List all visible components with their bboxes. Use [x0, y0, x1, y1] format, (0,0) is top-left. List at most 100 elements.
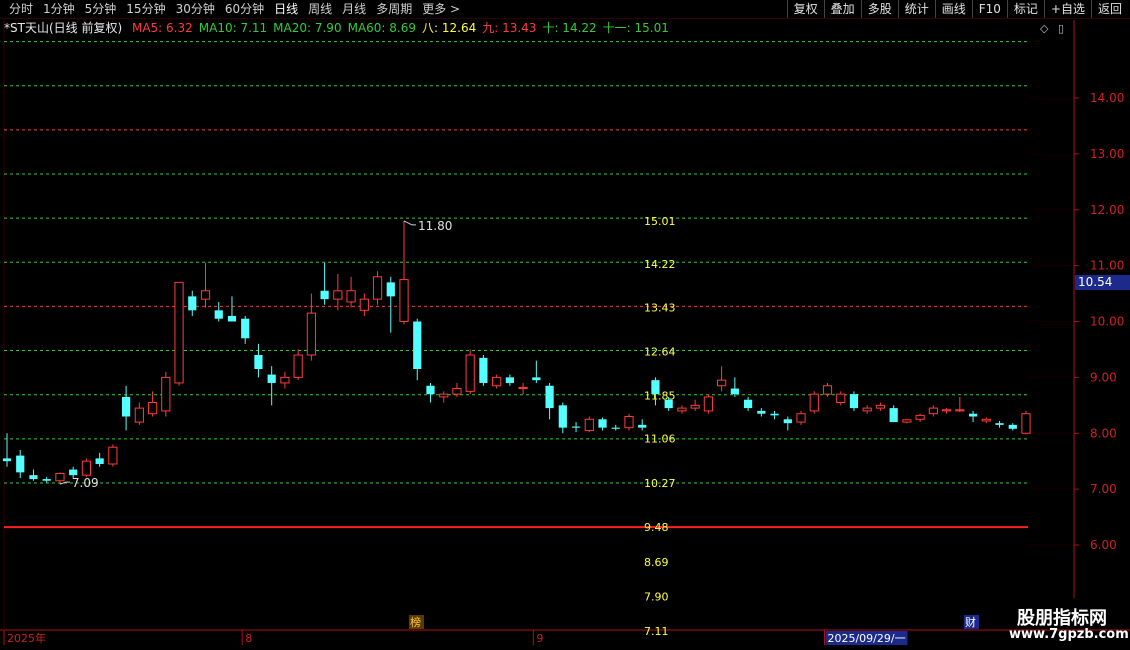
candle-body-9 [122, 396, 131, 417]
candle-body-6 [81, 460, 92, 476]
candle-body-57 [757, 410, 766, 414]
candle-body-48 [638, 424, 647, 428]
candle-body-54 [717, 379, 727, 387]
candle-body-50 [664, 399, 673, 409]
candle-body-60 [796, 413, 806, 423]
candle-body-33 [439, 393, 449, 398]
candle-body-32 [426, 385, 435, 395]
level-label-2: 13.43 [644, 302, 676, 315]
y-tick-label-2: 8.00 [1090, 426, 1117, 440]
candle-body-38 [505, 377, 514, 383]
candle-body-5 [69, 469, 78, 476]
candle-body-13 [174, 281, 184, 384]
candle-body-63 [836, 393, 846, 404]
candle-body-3 [42, 479, 51, 481]
candle-body-35 [465, 354, 475, 392]
candle-body-58 [770, 413, 779, 416]
candle-body-43 [571, 426, 581, 428]
candle-body-40 [532, 377, 541, 381]
candle-body-2 [29, 475, 38, 480]
candle-body-1 [16, 455, 25, 473]
level-label-9: 7.90 [644, 590, 669, 603]
candle-body-24 [320, 290, 329, 300]
annotation-pointer-0 [403, 220, 417, 226]
level-label-3: 12.64 [644, 346, 676, 359]
candle-body-20 [267, 374, 276, 383]
candle-body-42 [558, 405, 567, 428]
candle-body-64 [849, 394, 859, 409]
candle-body-66 [875, 404, 886, 409]
annotation-label-0: 11.80 [418, 219, 452, 233]
candle-body-49 [651, 380, 660, 395]
level-label-0: 15.01 [644, 215, 676, 228]
kline-chart[interactable]: 6.00 7.00 8.00 9.00 10.00 11.00 12.00 13.00 14.0… [0, 0, 1130, 650]
candle-body-8 [108, 446, 118, 465]
level-label-1: 14.22 [644, 258, 676, 271]
y-tick-label-6: 12.00 [1090, 203, 1124, 217]
candle-body-11 [147, 402, 158, 415]
current-price-tag: 10.54 [1075, 275, 1130, 290]
candle-body-62 [822, 385, 833, 395]
candle-body-46 [611, 427, 620, 429]
candle-body-61 [809, 393, 819, 412]
x-label-0: 2025年 [7, 631, 46, 645]
candle-body-21 [280, 376, 290, 384]
candle-body-52 [690, 404, 700, 409]
candle-body-34 [452, 388, 462, 395]
candle-body-7 [95, 458, 104, 464]
level-label-7: 9.48 [644, 521, 669, 534]
candle-body-15 [200, 290, 211, 300]
candle-body-27 [359, 298, 369, 311]
candle-body-47 [624, 415, 634, 429]
candle-body-25 [333, 290, 343, 300]
candle-body-51 [677, 407, 687, 412]
candle-body-23 [306, 312, 316, 356]
candle-body-4 [55, 472, 65, 482]
candle-body-28 [372, 276, 383, 300]
candle-body-26 [346, 290, 356, 303]
level-label-10: 7.11 [644, 625, 669, 638]
candle-body-74 [981, 418, 991, 422]
y-tick-label-0: 6.00 [1090, 538, 1117, 552]
candle-body-71 [941, 409, 952, 412]
candle-body-68 [902, 419, 912, 423]
candle-body-59 [783, 419, 792, 424]
level-label-6: 10.27 [644, 477, 676, 490]
candle-body-45 [598, 419, 607, 428]
candle-body-70 [928, 407, 938, 415]
candle-body-37 [492, 376, 502, 387]
candle-body-36 [479, 357, 488, 383]
candle-body-10 [134, 407, 144, 423]
candle-body-18 [241, 318, 250, 339]
level-label-5: 11.06 [644, 432, 676, 445]
cai-badge: 财 [965, 615, 976, 629]
annotation-label-1: 7.09 [72, 476, 99, 490]
candle-body-14 [188, 296, 197, 311]
y-tick-label-7: 13.00 [1090, 147, 1124, 161]
candle-body-16 [214, 310, 223, 319]
y-tick-label-8: 14.00 [1090, 91, 1124, 105]
level-label-8: 8.69 [644, 556, 669, 569]
candle-body-55 [730, 388, 739, 395]
watermark-url: www.7gpzb.com [1009, 627, 1129, 642]
y-tick-label-5: 11.00 [1090, 259, 1124, 273]
candle-body-77 [1021, 413, 1031, 434]
candle-body-19 [254, 355, 263, 369]
y-tick-label-4: 10.00 [1090, 315, 1124, 329]
candle-body-12 [161, 376, 171, 412]
candle-body-41 [545, 385, 554, 409]
candle-body-39 [518, 386, 528, 390]
x-label-1: 8 [245, 632, 252, 645]
candle-body-22 [293, 354, 303, 378]
candle-body-17 [227, 315, 237, 322]
y-tick-label-1: 7.00 [1090, 482, 1117, 496]
candle-body-53 [703, 396, 713, 412]
candle-body-75 [995, 423, 1004, 425]
candle-body-72 [955, 409, 965, 412]
x-label-3: 2025/09/29/一 [827, 632, 905, 645]
candle-body-44 [584, 418, 594, 431]
candle-body-69 [915, 414, 925, 420]
candle-body-73 [968, 413, 978, 417]
candle-body-31 [413, 321, 422, 369]
candle-body-56 [743, 399, 753, 409]
